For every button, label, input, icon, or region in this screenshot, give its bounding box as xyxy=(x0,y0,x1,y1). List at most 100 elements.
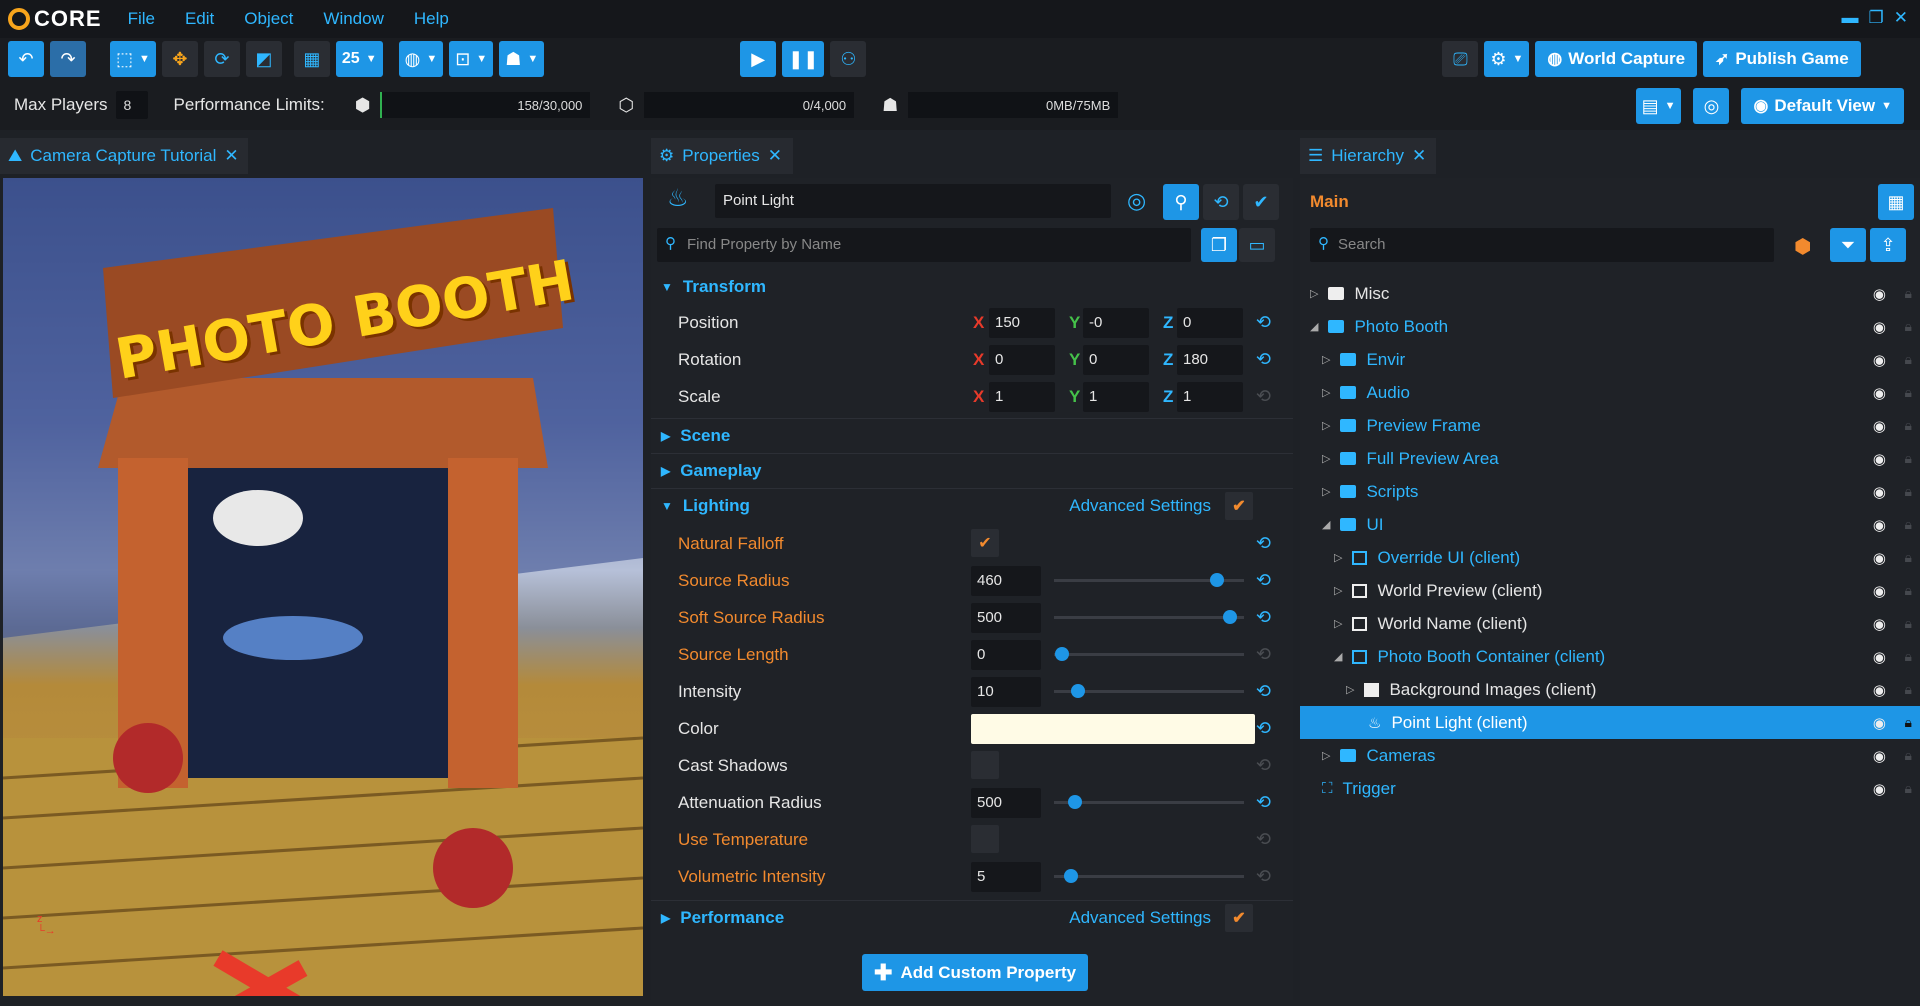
volumetric-intensity-slider[interactable] xyxy=(1054,875,1244,878)
scale-y-field[interactable]: 1 xyxy=(1083,382,1149,412)
source-length-slider-knob[interactable] xyxy=(1055,647,1069,661)
reset-icon[interactable]: ⟲ xyxy=(1256,681,1271,702)
visibility-icon[interactable]: ◉ xyxy=(1873,417,1886,435)
lock-icon[interactable]: 🔒︎ xyxy=(1905,450,1912,467)
grid-size-dropdown[interactable]: 25 ▼ xyxy=(335,41,383,77)
rotation-x-field[interactable]: 0 xyxy=(989,345,1055,375)
lock-icon[interactable]: 🔒︎ xyxy=(1905,549,1912,566)
hierarchy-item[interactable]: ◢ Photo Booth ◉ 🔒︎ xyxy=(1300,310,1920,343)
save-dropdown[interactable]: ▤ ▼ xyxy=(1635,88,1682,124)
hierarchy-item[interactable]: ▷ Misc ◉ 🔒︎ xyxy=(1300,277,1920,310)
hierarchy-item[interactable]: ▷ World Name (client) ◉ 🔒︎ xyxy=(1300,607,1920,640)
scale-z-field[interactable]: 1 xyxy=(1177,382,1243,412)
reset-icon[interactable]: ⟲ xyxy=(1256,829,1271,850)
upload-button[interactable]: ⇪ xyxy=(1870,228,1906,262)
visibility-icon[interactable]: ◉ xyxy=(1873,681,1886,699)
lock-icon[interactable]: 🔒︎ xyxy=(1905,582,1912,599)
reset-icon[interactable]: ⟲ xyxy=(1256,312,1271,333)
reset-icon[interactable]: ⟲ xyxy=(1256,866,1271,887)
scale-x-field[interactable]: 1 xyxy=(989,382,1055,412)
lock-icon[interactable]: 🔒︎ xyxy=(1905,681,1912,698)
publish-game-button[interactable]: ➶ Publish Game xyxy=(1703,41,1861,77)
lock-icon[interactable]: 🔒︎ xyxy=(1905,516,1912,533)
reset-icon[interactable]: ⟲ xyxy=(1256,533,1271,554)
source-length-slider[interactable] xyxy=(1054,653,1244,656)
hierarchy-item[interactable]: ▷ Scripts ◉ 🔒︎ xyxy=(1300,475,1920,508)
intensity-field[interactable]: 10 xyxy=(971,677,1041,707)
default-view-dropdown[interactable]: ◉ Default View ▼ xyxy=(1741,88,1904,124)
move-tool-button[interactable]: ✥ xyxy=(161,41,198,77)
lighting-advanced-checkbox[interactable]: ✔ xyxy=(1225,492,1253,520)
lock-icon[interactable]: 🔒︎ xyxy=(1905,648,1912,665)
volumetric-intensity-field[interactable]: 5 xyxy=(971,862,1041,892)
pin-button[interactable]: ⚲ xyxy=(1163,184,1199,220)
grid-toggle-button[interactable]: ▦ xyxy=(293,41,330,77)
source-radius-slider-knob[interactable] xyxy=(1210,573,1224,587)
community-button[interactable]: ◎ xyxy=(1693,88,1730,124)
lock-icon[interactable]: 🔒︎ xyxy=(1905,384,1912,401)
snap-dropdown[interactable]: ⊡ ▼ xyxy=(449,41,494,77)
target-icon[interactable]: ◎ xyxy=(1127,188,1146,214)
object-name-field[interactable]: Point Light xyxy=(715,184,1111,218)
copy-properties-button[interactable]: ❐ xyxy=(1201,228,1237,262)
rotation-z-field[interactable]: 180 xyxy=(1177,345,1243,375)
attenuation-radius-field[interactable]: 500 xyxy=(971,788,1041,818)
hierarchy-item[interactable]: ▷ Background Images (client) ◉ 🔒︎ xyxy=(1300,673,1920,706)
lock-icon[interactable]: 🔒︎ xyxy=(1905,351,1912,368)
world-capture-button[interactable]: ◍ World Capture xyxy=(1535,41,1698,77)
attenuation-radius-slider[interactable] xyxy=(1054,801,1244,804)
tab-camera-capture-tutorial[interactable]: ⛰ Camera Capture Tutorial ✕ xyxy=(0,138,248,174)
visibility-icon[interactable]: ◉ xyxy=(1873,516,1886,534)
section-lighting[interactable]: ▼ Lighting Advanced Settings ✔ xyxy=(651,488,1293,522)
tab-hierarchy[interactable]: ☰ Hierarchy ✕ xyxy=(1300,138,1436,174)
visibility-icon[interactable]: ◉ xyxy=(1873,483,1886,501)
visibility-icon[interactable]: ◉ xyxy=(1873,714,1886,732)
reset-icon[interactable]: ⟲ xyxy=(1256,755,1271,776)
apply-button[interactable]: ✔ xyxy=(1243,184,1279,220)
lock-icon[interactable]: 🔒︎ xyxy=(1905,780,1912,797)
hierarchy-item[interactable]: ▷ Override UI (client) ◉ 🔒︎ xyxy=(1300,541,1920,574)
performance-advanced-checkbox[interactable]: ✔ xyxy=(1225,904,1253,932)
undo-button[interactable]: ↶ xyxy=(8,41,44,77)
lock-icon[interactable]: 🔒︎ xyxy=(1905,747,1912,764)
position-x-field[interactable]: 150 xyxy=(989,308,1055,338)
visibility-icon[interactable]: ◉ xyxy=(1873,648,1886,666)
settings-dropdown[interactable]: ⚙ ▼ xyxy=(1484,41,1530,77)
reset-icon[interactable]: ⟲ xyxy=(1256,644,1271,665)
color-swatch[interactable] xyxy=(971,714,1255,744)
soft-source-radius-slider-knob[interactable] xyxy=(1223,610,1237,624)
section-transform[interactable]: ▼ Transform xyxy=(651,270,1293,304)
menu-help[interactable]: Help xyxy=(414,9,449,29)
scene-settings-button[interactable]: ▦ xyxy=(1878,184,1914,220)
use-temperature-checkbox[interactable] xyxy=(971,825,999,853)
soft-source-radius-field[interactable]: 500 xyxy=(971,603,1041,633)
reset-icon[interactable]: ⟲ xyxy=(1256,718,1271,739)
visibility-icon[interactable]: ◉ xyxy=(1873,351,1886,369)
menu-edit[interactable]: Edit xyxy=(185,9,214,29)
lock-icon[interactable]: 🔒︎ xyxy=(1905,318,1912,335)
section-gameplay[interactable]: ▶ Gameplay xyxy=(651,453,1293,487)
hierarchy-item[interactable]: ⛶ Trigger ◉ 🔒︎ xyxy=(1300,772,1920,805)
player-spawn-dropdown[interactable]: ☗ ▼ xyxy=(499,41,545,77)
tab-properties[interactable]: ⚙ Properties ✕ xyxy=(651,138,793,174)
close-window-icon[interactable]: ✕ xyxy=(1894,8,1908,28)
paste-properties-button[interactable]: ▭ xyxy=(1239,228,1275,262)
close-tab-icon[interactable]: ✕ xyxy=(224,146,238,166)
visibility-icon[interactable]: ◉ xyxy=(1873,318,1886,336)
hierarchy-item[interactable]: ▷ Cameras ◉ 🔒︎ xyxy=(1300,739,1920,772)
world-space-dropdown[interactable]: ◍ ▼ xyxy=(398,41,444,77)
source-radius-field[interactable]: 460 xyxy=(971,566,1041,596)
reset-icon[interactable]: ⟲ xyxy=(1256,570,1271,591)
position-z-field[interactable]: 0 xyxy=(1177,308,1243,338)
restore-icon[interactable]: ❐ xyxy=(1869,8,1884,28)
source-length-field[interactable]: 0 xyxy=(971,640,1041,670)
scale-tool-button[interactable]: ◩ xyxy=(245,41,282,77)
close-tab-icon[interactable]: ✕ xyxy=(1412,146,1426,166)
visibility-icon[interactable]: ◉ xyxy=(1873,450,1886,468)
hierarchy-item[interactable]: ▷ Envir ◉ 🔒︎ xyxy=(1300,343,1920,376)
lock-icon[interactable]: 🔒︎ xyxy=(1905,417,1912,434)
find-property-input[interactable]: ⚲ Find Property by Name xyxy=(657,228,1191,262)
close-tab-icon[interactable]: ✕ xyxy=(768,146,782,166)
hierarchy-item[interactable]: ▷ World Preview (client) ◉ 🔒︎ xyxy=(1300,574,1920,607)
menu-object[interactable]: Object xyxy=(244,9,293,29)
